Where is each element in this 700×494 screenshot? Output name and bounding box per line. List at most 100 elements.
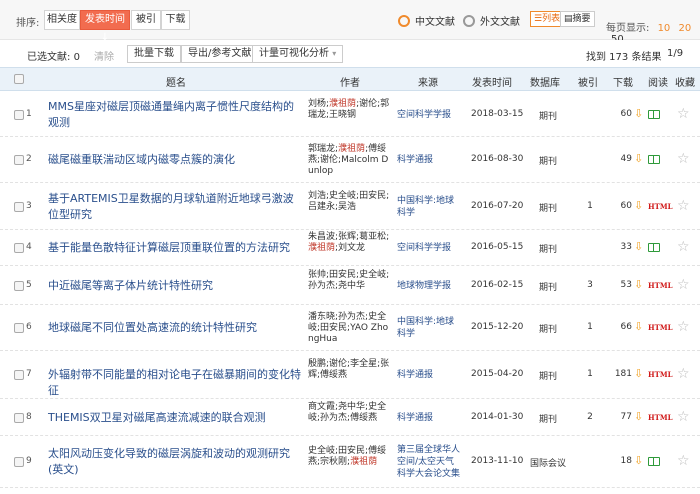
source-link[interactable]: 中国科学:地球科学 — [397, 316, 463, 340]
cited-count[interactable]: 2 — [580, 412, 600, 422]
table-row: 6 地球磁尾不同位置处高速流的统计特性研究 潘东晓;孙为杰;史全岐;田安民;YAO … — [0, 305, 700, 351]
article-title-link[interactable]: THEMIS双卫星对磁尾高速流减速的联合观测 — [48, 410, 303, 426]
cited-count[interactable]: 3 — [580, 280, 600, 290]
batch-download-button[interactable]: 批量下载 — [127, 45, 181, 63]
favorite-star-icon[interactable]: ☆ — [677, 366, 690, 382]
article-title-link[interactable]: 中近磁尾等离子体片统计特性研究 — [48, 278, 303, 294]
read-cell: HTML — [648, 323, 673, 333]
download-icon[interactable]: ⇩ — [634, 278, 643, 291]
per-page-10[interactable]: 10 — [658, 23, 671, 34]
source-link[interactable]: 中国科学:地球科学 — [397, 195, 463, 219]
favorite-star-icon[interactable]: ☆ — [677, 239, 690, 255]
article-title-link[interactable]: 基于ARTEMIS卫星数据的月球轨道附近地球弓激波位型研究 — [48, 191, 303, 223]
sort-download-button[interactable]: 下载 — [161, 10, 190, 30]
online-read-icon[interactable] — [648, 243, 660, 252]
source-link[interactable]: 空间科学学报 — [397, 109, 463, 121]
cited-count[interactable]: 1 — [580, 322, 600, 332]
source-link[interactable]: 科学通报 — [397, 369, 463, 381]
download-icon[interactable]: ⇩ — [634, 320, 643, 333]
download-icon[interactable]: ⇩ — [634, 199, 643, 212]
download-count: 60 — [620, 108, 632, 119]
publish-date: 2016-02-15 — [471, 279, 524, 290]
export-button[interactable]: 导出/参考文献 — [181, 45, 259, 63]
visual-analysis-button[interactable]: 计量可视化分析 ▾ — [252, 45, 344, 63]
source-link[interactable]: 第三届全球华人空间/太空天气科学大会论文集 — [397, 444, 463, 480]
article-title-link[interactable]: 磁尾磁重联湍动区域内磁零点簇的演化 — [48, 152, 303, 168]
article-title-link[interactable]: 基于能量色散特征计算磁层顶重联位置的方法研究 — [48, 240, 303, 256]
row-checkbox[interactable] — [14, 323, 24, 333]
col-database[interactable]: 数据库 — [530, 74, 560, 89]
row-number: 5 — [26, 279, 32, 290]
source-link[interactable]: 科学通报 — [397, 154, 463, 166]
row-checkbox[interactable] — [14, 280, 24, 291]
favorite-star-icon[interactable]: ☆ — [677, 151, 690, 167]
html-read-icon[interactable]: HTML — [648, 202, 673, 211]
row-checkbox[interactable] — [14, 201, 24, 212]
col-download[interactable]: 下载 — [613, 74, 633, 89]
online-read-icon[interactable] — [648, 457, 660, 466]
download-icon[interactable]: ⇩ — [634, 152, 643, 165]
favorite-star-icon[interactable]: ☆ — [677, 319, 690, 335]
favorite-star-icon[interactable]: ☆ — [677, 409, 690, 425]
foreign-literature-link[interactable]: 外文文献 — [463, 13, 520, 28]
html-read-icon[interactable]: HTML — [648, 281, 673, 290]
html-read-icon[interactable]: HTML — [648, 323, 673, 332]
html-read-icon[interactable]: HTML — [648, 370, 673, 379]
online-read-icon[interactable] — [648, 109, 660, 119]
favorite-star-icon[interactable]: ☆ — [677, 277, 690, 293]
download-icon[interactable]: ⇩ — [634, 240, 643, 253]
col-author[interactable]: 作者 — [340, 74, 360, 89]
author-list[interactable]: 潘东晓;孙为杰;史全岐;田安民;YAO ZhongHua — [308, 312, 392, 345]
clear-link[interactable]: 清除 — [94, 48, 114, 63]
row-checkbox[interactable] — [14, 457, 24, 467]
source-link[interactable]: 科学通报 — [397, 412, 463, 424]
author-list[interactable]: 郭瑞龙;濮祖荫;傅绥燕;谢伦;Malcolm Dunlop — [308, 144, 392, 177]
sort-date-button[interactable]: 发表时间↓ — [80, 10, 130, 43]
row-checkbox[interactable] — [14, 370, 24, 380]
author-list[interactable]: 朱昌波;张辉;葛亚松;濮祖荫;刘文龙 — [308, 232, 392, 254]
article-title-link[interactable]: 太阳风动压变化导致的磁层涡旋和波动的观测研究(英文) — [48, 446, 303, 478]
source-link[interactable]: 地球物理学报 — [397, 280, 463, 292]
download-icon[interactable]: ⇩ — [634, 410, 643, 423]
per-page-20[interactable]: 20 — [678, 23, 691, 34]
view-summary-button[interactable]: ▤摘要 — [560, 11, 595, 27]
download-count: 33 — [620, 242, 632, 252]
download-count: 53 — [620, 279, 632, 290]
download-icon[interactable]: ⇩ — [634, 367, 643, 380]
author-list[interactable]: 殷鹏;谢伦;李全星;张辉;傅绥燕 — [308, 359, 392, 381]
select-all-checkbox[interactable] — [14, 74, 24, 84]
database-type: 期刊 — [538, 157, 557, 167]
cited-count[interactable]: 1 — [580, 369, 600, 379]
author-list[interactable]: 史全岐;田安民;傅绥燕;宗秋刚;濮祖荫 — [308, 446, 392, 468]
download-icon[interactable]: ⇩ — [634, 107, 643, 120]
favorite-star-icon[interactable]: ☆ — [677, 453, 690, 469]
author-list[interactable]: 刘杨;濮祖荫;谢伦;郭瑞龙;王晓钢 — [308, 99, 392, 121]
row-checkbox[interactable] — [14, 155, 24, 165]
article-title-link[interactable]: 地球磁尾不同位置处高速流的统计特性研究 — [48, 320, 303, 336]
chinese-literature-link[interactable]: 中文文献 — [398, 13, 455, 28]
online-read-icon[interactable] — [648, 155, 660, 164]
cited-count[interactable]: 1 — [580, 201, 600, 211]
col-title[interactable]: 题名 — [166, 74, 186, 89]
row-checkbox[interactable] — [14, 109, 24, 120]
source-link[interactable]: 空间科学学报 — [397, 242, 463, 254]
col-date[interactable]: 发表时间 — [472, 74, 512, 89]
col-cited[interactable]: 被引 — [578, 74, 598, 89]
row-number: 2 — [26, 154, 32, 164]
row-checkbox[interactable] — [14, 412, 24, 423]
article-title-link[interactable]: 外辐射带不同能量的相对论电子在磁暴期间的变化特征 — [48, 367, 303, 399]
sort-relevance-button[interactable]: 相关度 — [44, 10, 80, 30]
author-list[interactable]: 刘浩;史全岐;田安民;吕建永;吴浩 — [308, 191, 392, 213]
view-list-button[interactable]: ☰列表 — [530, 11, 565, 27]
author-list[interactable]: 张帅;田安民;史全岐;孙为杰;尧中华 — [308, 270, 392, 292]
sort-cited-button[interactable]: 被引 — [131, 10, 161, 30]
col-source[interactable]: 来源 — [418, 74, 438, 89]
publish-date: 2016-08-30 — [471, 154, 524, 164]
article-title-link[interactable]: MMS星座对磁层顶磁通量绳内离子惯性尺度结构的观测 — [48, 99, 303, 131]
download-icon[interactable]: ⇩ — [634, 454, 643, 467]
favorite-star-icon[interactable]: ☆ — [677, 198, 690, 214]
row-checkbox[interactable] — [14, 243, 24, 253]
favorite-star-icon[interactable]: ☆ — [677, 106, 690, 122]
html-read-icon[interactable]: HTML — [648, 413, 673, 422]
author-list[interactable]: 商文霞;尧中华;史全岐;孙为杰;傅绥燕 — [308, 402, 392, 424]
